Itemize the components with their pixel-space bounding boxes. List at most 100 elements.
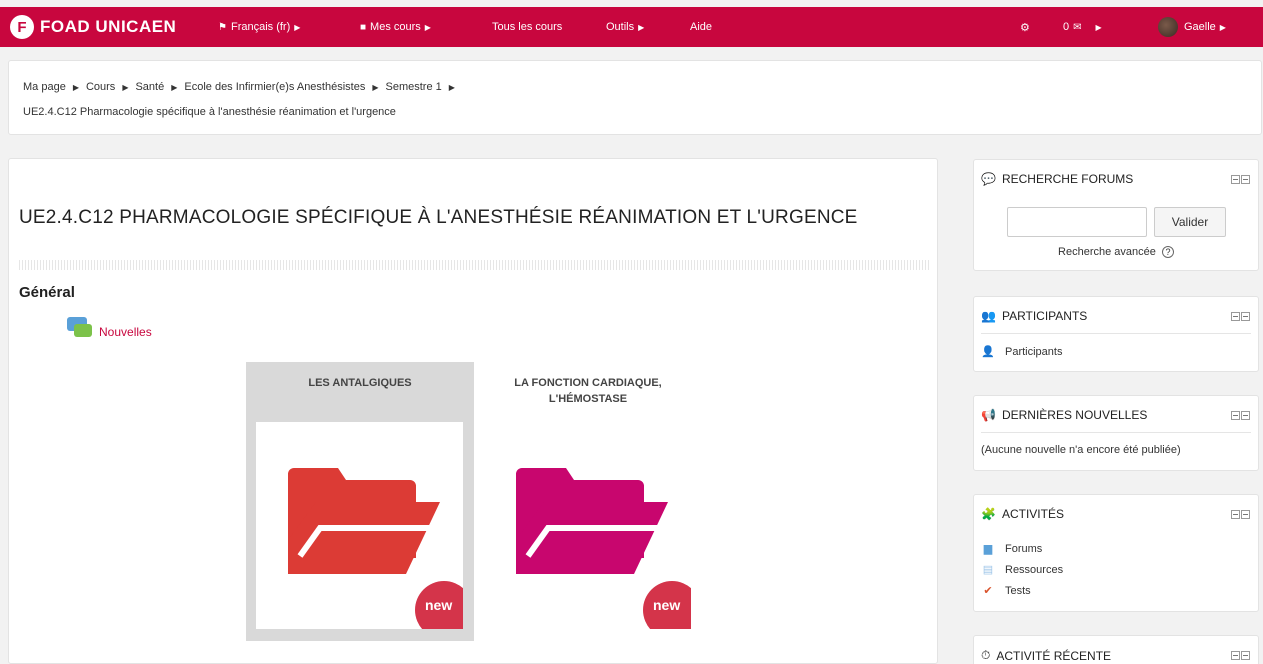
- participants-label: Participants: [1005, 345, 1063, 358]
- dock-icon[interactable]: [1241, 651, 1250, 660]
- all-courses-label: Tous les cours: [492, 21, 563, 33]
- collapse-icon[interactable]: [1231, 312, 1240, 321]
- advanced-search-link[interactable]: Recherche avancée: [1058, 246, 1156, 258]
- top-navbar: F FOAD UNICAEN ⚑ Français (fr) ▶ ■ Mes c…: [0, 7, 1263, 47]
- collapse-icon[interactable]: [1231, 175, 1240, 184]
- help-label: Aide: [690, 21, 713, 33]
- dock-icon[interactable]: [1241, 175, 1250, 184]
- breadcrumb-current[interactable]: UE2.4.C12 Pharmacologie spécifique à l'a…: [23, 106, 396, 118]
- breadcrumb-item[interactable]: Ma page: [23, 81, 66, 93]
- search-input[interactable]: [1007, 207, 1147, 237]
- new-badge-label: new: [425, 597, 453, 613]
- brand-logo: F: [10, 15, 34, 39]
- activity-label: Tests: [1005, 584, 1031, 597]
- envelope-icon: ✉: [1073, 21, 1082, 33]
- activity-label: Forums: [1005, 542, 1043, 555]
- tile-antalgiques[interactable]: LES ANTALGIQUES new: [246, 362, 474, 641]
- block-recent-activity: ⏱ ACTIVITÉ RÉCENTE: [973, 635, 1259, 664]
- language-menu[interactable]: ⚑ Français (fr) ▶: [218, 7, 300, 47]
- tile-title: LA FONCTION CARDIAQUE, L'HÉMOSTASE: [514, 377, 662, 405]
- dock-icon[interactable]: [1241, 510, 1250, 519]
- puzzle-icon: 🧩: [981, 507, 996, 521]
- collapse-icon[interactable]: [1231, 510, 1240, 519]
- messages-count: 0: [1063, 21, 1070, 33]
- block-controls[interactable]: [1230, 411, 1250, 420]
- user-name: Gaelle: [1184, 21, 1216, 33]
- block-search-forums: 💬 RECHERCHE FORUMS Valider Recherche ava…: [973, 159, 1259, 271]
- notifications-icon: ⚙: [1020, 21, 1030, 34]
- news-forum-link[interactable]: Nouvelles: [67, 317, 152, 339]
- my-courses-label: Mes cours: [370, 21, 421, 33]
- flag-icon: ⚑: [218, 21, 227, 33]
- notifications-button[interactable]: ⚙: [1020, 7, 1030, 47]
- caret-right-icon: ▶: [372, 82, 379, 92]
- collapse-icon[interactable]: [1231, 651, 1240, 660]
- block-title: ACTIVITÉS: [1001, 507, 1064, 521]
- block-title: DERNIÈRES NOUVELLES: [1001, 408, 1148, 422]
- block-title: PARTICIPANTS: [1001, 309, 1088, 323]
- brand-link[interactable]: F FOAD UNICAEN: [10, 15, 176, 39]
- section-divider: [19, 260, 929, 270]
- block-controls[interactable]: [1230, 651, 1250, 660]
- block-title: RECHERCHE FORUMS: [1001, 172, 1134, 186]
- block-controls[interactable]: [1230, 312, 1250, 321]
- tools-label: Outils: [606, 21, 635, 33]
- breadcrumb-item[interactable]: Cours: [86, 81, 115, 93]
- breadcrumb-item[interactable]: Ecole des Infirmier(e)s Anesthésistes: [184, 81, 365, 93]
- messages-menu[interactable]: 0 ✉ ▶: [1063, 7, 1102, 47]
- caret-right-icon: ▶: [294, 22, 301, 32]
- participants-link[interactable]: 👤 Participants: [981, 345, 1063, 359]
- block-header: 💬 RECHERCHE FORUMS: [981, 172, 1133, 186]
- block-latest-news: 📢 DERNIÈRES NOUVELLES (Aucune nouvelle n…: [973, 395, 1259, 471]
- dock-icon[interactable]: [1241, 312, 1250, 321]
- block-activities: 🧩 ACTIVITÉS ▆ Forums ▤ Ressources ✔ Test…: [973, 494, 1259, 612]
- caret-right-icon: ▶: [1095, 22, 1102, 32]
- tile-card: new: [256, 422, 463, 629]
- activity-resources-link[interactable]: ▤ Ressources: [981, 563, 1064, 577]
- breadcrumb-item[interactable]: Semestre 1: [386, 81, 442, 93]
- caret-right-icon: ▶: [424, 22, 431, 32]
- language-menu-label: Français (fr): [230, 21, 291, 33]
- block-controls[interactable]: [1230, 175, 1250, 184]
- block-controls[interactable]: [1230, 510, 1250, 519]
- course-content: UE2.4.C12 PHARMACOLOGIE SPÉCIFIQUE À L'A…: [8, 158, 938, 664]
- tools-menu[interactable]: Outils ▶: [606, 7, 644, 47]
- new-badge-label: new: [653, 597, 681, 613]
- all-courses-link[interactable]: Tous les cours: [492, 7, 562, 47]
- search-submit-button[interactable]: Valider: [1154, 207, 1226, 237]
- brand-name: FOAD UNICAEN: [40, 17, 177, 36]
- caret-right-icon: ▶: [72, 82, 79, 92]
- block-header: 🧩 ACTIVITÉS: [981, 507, 1064, 521]
- activity-tests-link[interactable]: ✔ Tests: [981, 584, 1031, 598]
- activity-forums-link[interactable]: ▆ Forums: [981, 542, 1043, 556]
- help-link[interactable]: Aide: [690, 7, 712, 47]
- forum-icon: [67, 317, 93, 339]
- block-divider: [981, 432, 1251, 433]
- news-forum-label: Nouvelles: [99, 325, 152, 339]
- block-title: ACTIVITÉ RÉCENTE: [996, 648, 1112, 663]
- breadcrumb-item[interactable]: Santé: [135, 81, 164, 93]
- block-header: 👥 PARTICIPANTS: [981, 309, 1087, 323]
- tile-title: LES ANTALGIQUES: [308, 377, 412, 389]
- block-participants: 👥 PARTICIPANTS 👤 Participants: [973, 296, 1259, 372]
- caret-right-icon: ▶: [448, 82, 455, 92]
- briefcase-icon: ■: [360, 21, 367, 33]
- user-menu[interactable]: Gaelle ▶: [1158, 7, 1226, 47]
- file-icon: ▤: [982, 564, 994, 576]
- my-courses-menu[interactable]: ■ Mes cours ▶: [360, 7, 431, 47]
- users-icon: 👥: [981, 309, 996, 323]
- collapse-icon[interactable]: [1231, 411, 1240, 420]
- caret-right-icon: ▶: [638, 22, 645, 32]
- user-icon: 👤: [981, 346, 995, 358]
- dock-icon[interactable]: [1241, 411, 1250, 420]
- bullhorn-icon: 📢: [981, 408, 996, 422]
- page-title: UE2.4.C12 PHARMACOLOGIE SPÉCIFIQUE À L'A…: [19, 207, 858, 228]
- caret-right-icon: ▶: [171, 82, 178, 92]
- section-title: Général: [19, 284, 75, 301]
- tile-fonction-cardiaque[interactable]: LA FONCTION CARDIAQUE, L'HÉMOSTASE new: [474, 362, 702, 641]
- tile-card: new: [484, 422, 691, 629]
- breadcrumb-trail: Ma page ▶ Cours ▶ Santé ▶ Ecole des Infi…: [23, 81, 462, 93]
- breadcrumb: Ma page ▶ Cours ▶ Santé ▶ Ecole des Infi…: [8, 60, 1262, 135]
- activity-label: Ressources: [1005, 563, 1064, 576]
- help-icon[interactable]: ?: [1161, 246, 1174, 259]
